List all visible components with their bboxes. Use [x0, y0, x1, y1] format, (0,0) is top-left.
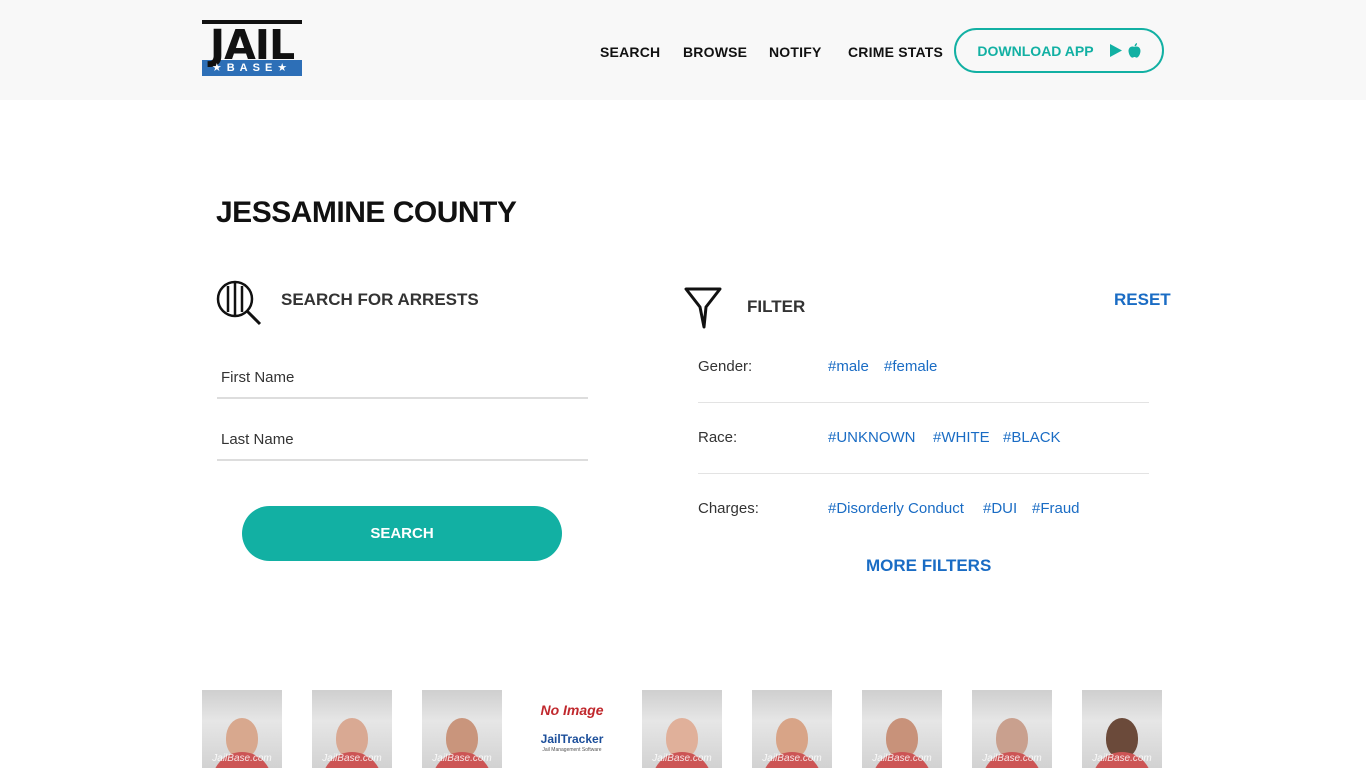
mugshot-watermark: JailBase.com: [1092, 753, 1152, 764]
mugshot-watermark: JailBase.com: [652, 753, 712, 764]
mugshot-thumbnail[interactable]: JailBase.com: [312, 690, 392, 768]
nav-notify[interactable]: NOTIFY: [769, 44, 822, 60]
nav-crime-stats[interactable]: CRIME STATS: [848, 44, 943, 60]
download-app-button[interactable]: DOWNLOAD APP: [954, 28, 1164, 73]
mugshot-thumbnail[interactable]: JailBase.com: [642, 690, 722, 768]
filter-heading: FILTER: [747, 297, 806, 316]
nav-browse[interactable]: BROWSE: [683, 44, 747, 60]
search-button[interactable]: SEARCH: [242, 506, 562, 561]
mugshot-thumbnail[interactable]: JailBase.com: [1082, 690, 1162, 768]
mugshot-watermark: JailBase.com: [762, 753, 822, 764]
mugshot-watermark: JailBase.com: [872, 753, 932, 764]
jailtracker-tagline: Jail Management Software: [542, 747, 602, 753]
tag-male[interactable]: #male: [828, 358, 869, 375]
mugshot-thumbnail[interactable]: JailBase.com: [202, 690, 282, 768]
tag-unknown[interactable]: #UNKNOWN: [828, 429, 916, 446]
apple-icon: [1128, 43, 1141, 58]
filter-icon: [684, 287, 722, 329]
download-app-label: DOWNLOAD APP: [977, 42, 1094, 59]
filter-divider: [698, 473, 1149, 474]
filter-label-race: Race:: [698, 429, 738, 446]
nav-search[interactable]: SEARCH: [600, 44, 660, 60]
mugshot-watermark: JailBase.com: [322, 753, 382, 764]
logo-text-top: JAIL: [202, 20, 302, 66]
mugshot-thumbnail[interactable]: JailBase.com: [422, 690, 502, 768]
site-header: JAIL ★BASE★ SEARCH BROWSE NOTIFY CRIME S…: [0, 0, 1366, 100]
jailtracker-logo: JailTracker: [540, 732, 604, 746]
first-name-input[interactable]: First Name: [217, 359, 588, 399]
tag-female[interactable]: #female: [884, 358, 937, 375]
filter-divider: [698, 402, 1149, 403]
no-image-placeholder[interactable]: No Image JailTracker Jail Management Sof…: [532, 690, 612, 768]
no-image-text: No Image: [540, 702, 604, 718]
last-name-placeholder: Last Name: [221, 431, 294, 448]
search-arrests-icon: [216, 280, 262, 326]
search-heading: SEARCH FOR ARRESTS: [281, 290, 479, 309]
tag-dui[interactable]: #DUI: [983, 500, 1017, 517]
mugshot-watermark: JailBase.com: [982, 753, 1042, 764]
tag-disorderly-conduct[interactable]: #Disorderly Conduct: [828, 500, 964, 517]
reset-link[interactable]: RESET: [1114, 290, 1171, 310]
last-name-input[interactable]: Last Name: [217, 421, 588, 461]
tag-white[interactable]: #WHITE: [933, 429, 990, 446]
mugshot-watermark: JailBase.com: [212, 753, 272, 764]
more-filters-link[interactable]: MORE FILTERS: [866, 556, 991, 576]
filter-label-gender: Gender:: [698, 358, 753, 375]
tag-black[interactable]: #BLACK: [1003, 429, 1061, 446]
tag-fraud[interactable]: #Fraud: [1032, 500, 1080, 517]
mugshot-thumbnail[interactable]: JailBase.com: [972, 690, 1052, 768]
first-name-placeholder: First Name: [221, 369, 295, 386]
logo-text-bottom: ★BASE★: [202, 60, 302, 76]
page-title: JESSAMINE COUNTY: [216, 196, 517, 229]
mugshot-thumbnail[interactable]: JailBase.com: [752, 690, 832, 768]
filter-label-charges: Charges:: [698, 500, 759, 517]
google-play-icon: [1109, 44, 1122, 57]
jailbase-logo[interactable]: JAIL ★BASE★: [202, 20, 302, 80]
mugshot-watermark: JailBase.com: [432, 753, 492, 764]
mugshot-thumbnail[interactable]: JailBase.com: [862, 690, 942, 768]
